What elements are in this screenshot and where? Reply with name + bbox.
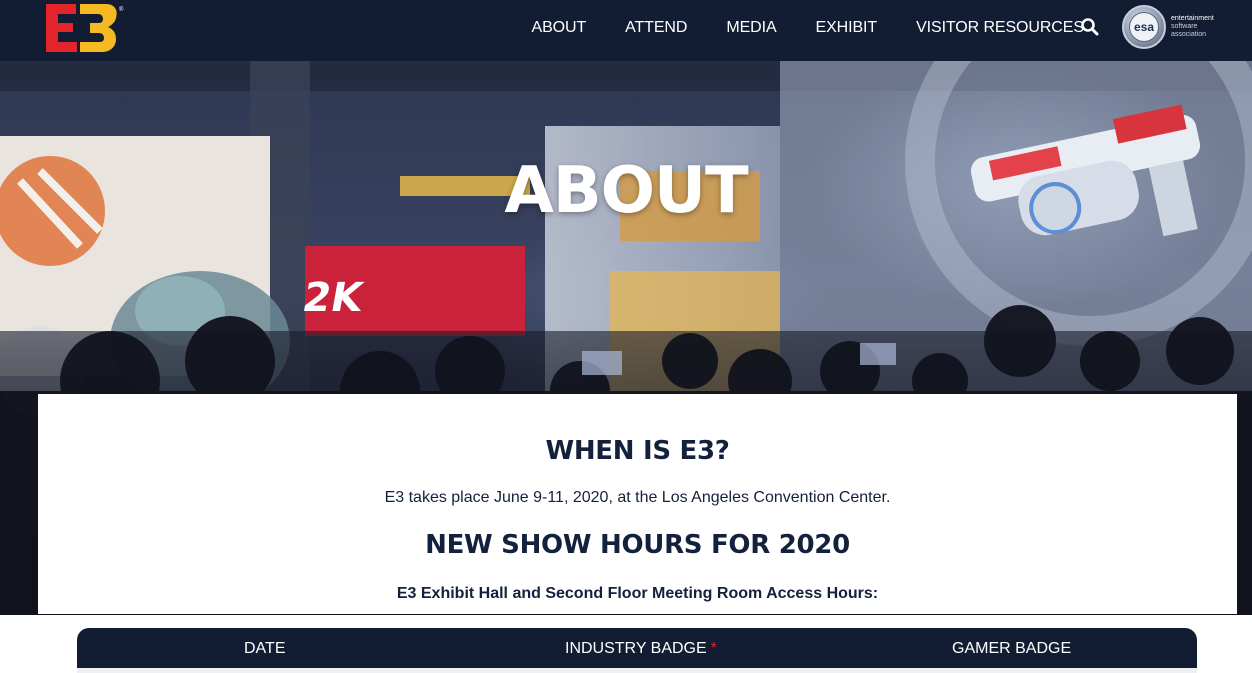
main-nav: ABOUT ATTEND MEDIA EXHIBIT VISITOR RESOU… — [512, 0, 1103, 56]
esa-line-3: association — [1171, 31, 1207, 38]
hero-title: ABOUT — [504, 154, 748, 228]
esa-wordmark: entertainment software association — [1171, 15, 1214, 39]
column-industry-badge-label: INDUSTRY BADGE — [565, 640, 707, 657]
when-text: E3 takes place June 9-11, 2020, at the L… — [384, 489, 891, 506]
column-gamer-badge: GAMER BADGE — [952, 640, 1072, 657]
table-first-row — [77, 668, 1197, 673]
when-heading: WHEN IS E3? — [545, 436, 730, 466]
hours-subheading: E3 Exhibit Hall and Second Floor Meeting… — [396, 585, 879, 602]
nav-exhibit[interactable]: EXHIBIT — [816, 19, 878, 37]
nav-about[interactable]: ABOUT — [532, 19, 587, 37]
svg-text:2K: 2K — [299, 274, 368, 321]
column-industry-badge: INDUSTRY BADGE * — [565, 640, 717, 658]
site-header: ® ABOUT ATTEND MEDIA EXHIBIT VISITOR RES… — [0, 0, 1252, 61]
required-asterisk: * — [710, 640, 717, 657]
esa-badge-text: esa — [1129, 12, 1159, 42]
search-icon[interactable] — [1080, 17, 1100, 37]
esa-line-2: software — [1171, 23, 1198, 30]
nav-media[interactable]: MEDIA — [726, 19, 776, 37]
content-card: WHEN IS E3? E3 takes place June 9-11, 20… — [38, 394, 1237, 614]
nav-attend[interactable]: ATTEND — [625, 19, 687, 37]
hours-heading: NEW SHOW HOURS FOR 2020 — [425, 530, 850, 560]
svg-text:®: ® — [119, 6, 124, 13]
column-date: DATE — [244, 640, 286, 657]
esa-line-1: entertainment — [1171, 15, 1214, 22]
hours-table-header: DATE INDUSTRY BADGE * GAMER BADGE — [77, 628, 1197, 673]
nav-visitor-resources[interactable]: VISITOR RESOURCES — [916, 19, 1084, 37]
esa-badge-icon: esa — [1122, 5, 1166, 49]
esa-logo[interactable]: esa entertainment software association — [1122, 5, 1242, 51]
e3-logo[interactable]: ® — [46, 4, 126, 52]
e3-logo-graphic: ® — [46, 4, 124, 52]
